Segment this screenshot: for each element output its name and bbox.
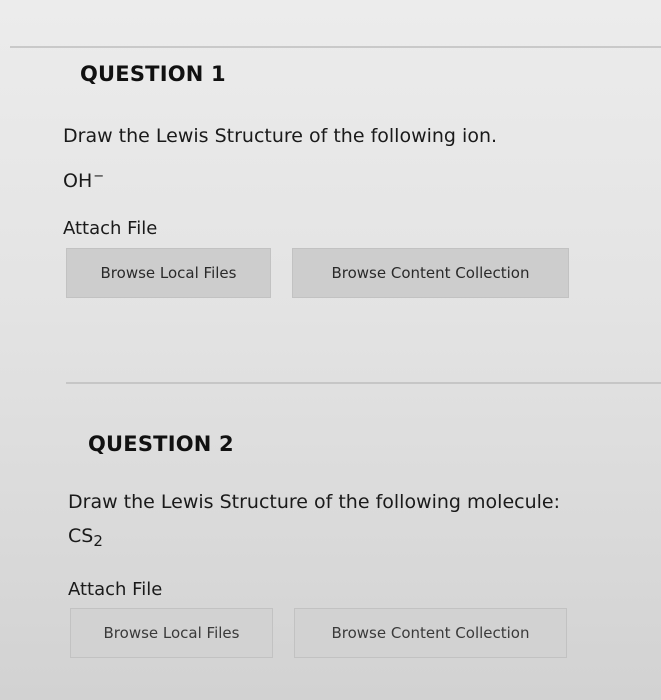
question-2-attach-label: Attach File	[68, 579, 163, 600]
question-2-browse-local-button[interactable]: Browse Local Files	[70, 608, 273, 658]
question-2-browse-content-button[interactable]: Browse Content Collection	[294, 608, 567, 658]
question-2-formula: CS2	[68, 525, 103, 550]
question-2-formula-base: CS	[68, 525, 94, 547]
question-2-title: QUESTION 2	[88, 432, 234, 456]
top-divider	[10, 46, 661, 48]
question-1-formula-charge: −	[93, 169, 105, 184]
assessment-page: QUESTION 1 Draw the Lewis Structure of t…	[0, 0, 661, 700]
question-2-formula-subscript: 2	[93, 532, 103, 550]
question-1-browse-local-button[interactable]: Browse Local Files	[66, 248, 271, 298]
question-1-formula: OH−	[63, 169, 104, 192]
question-1-attach-label: Attach File	[63, 218, 158, 239]
question-1-title: QUESTION 1	[80, 62, 226, 86]
question-1-prompt: Draw the Lewis Structure of the followin…	[63, 125, 498, 147]
question-2-prompt: Draw the Lewis Structure of the followin…	[68, 491, 560, 513]
question-1-formula-base: OH	[63, 170, 93, 192]
question-divider	[66, 382, 661, 384]
question-1-browse-content-button[interactable]: Browse Content Collection	[292, 248, 569, 298]
